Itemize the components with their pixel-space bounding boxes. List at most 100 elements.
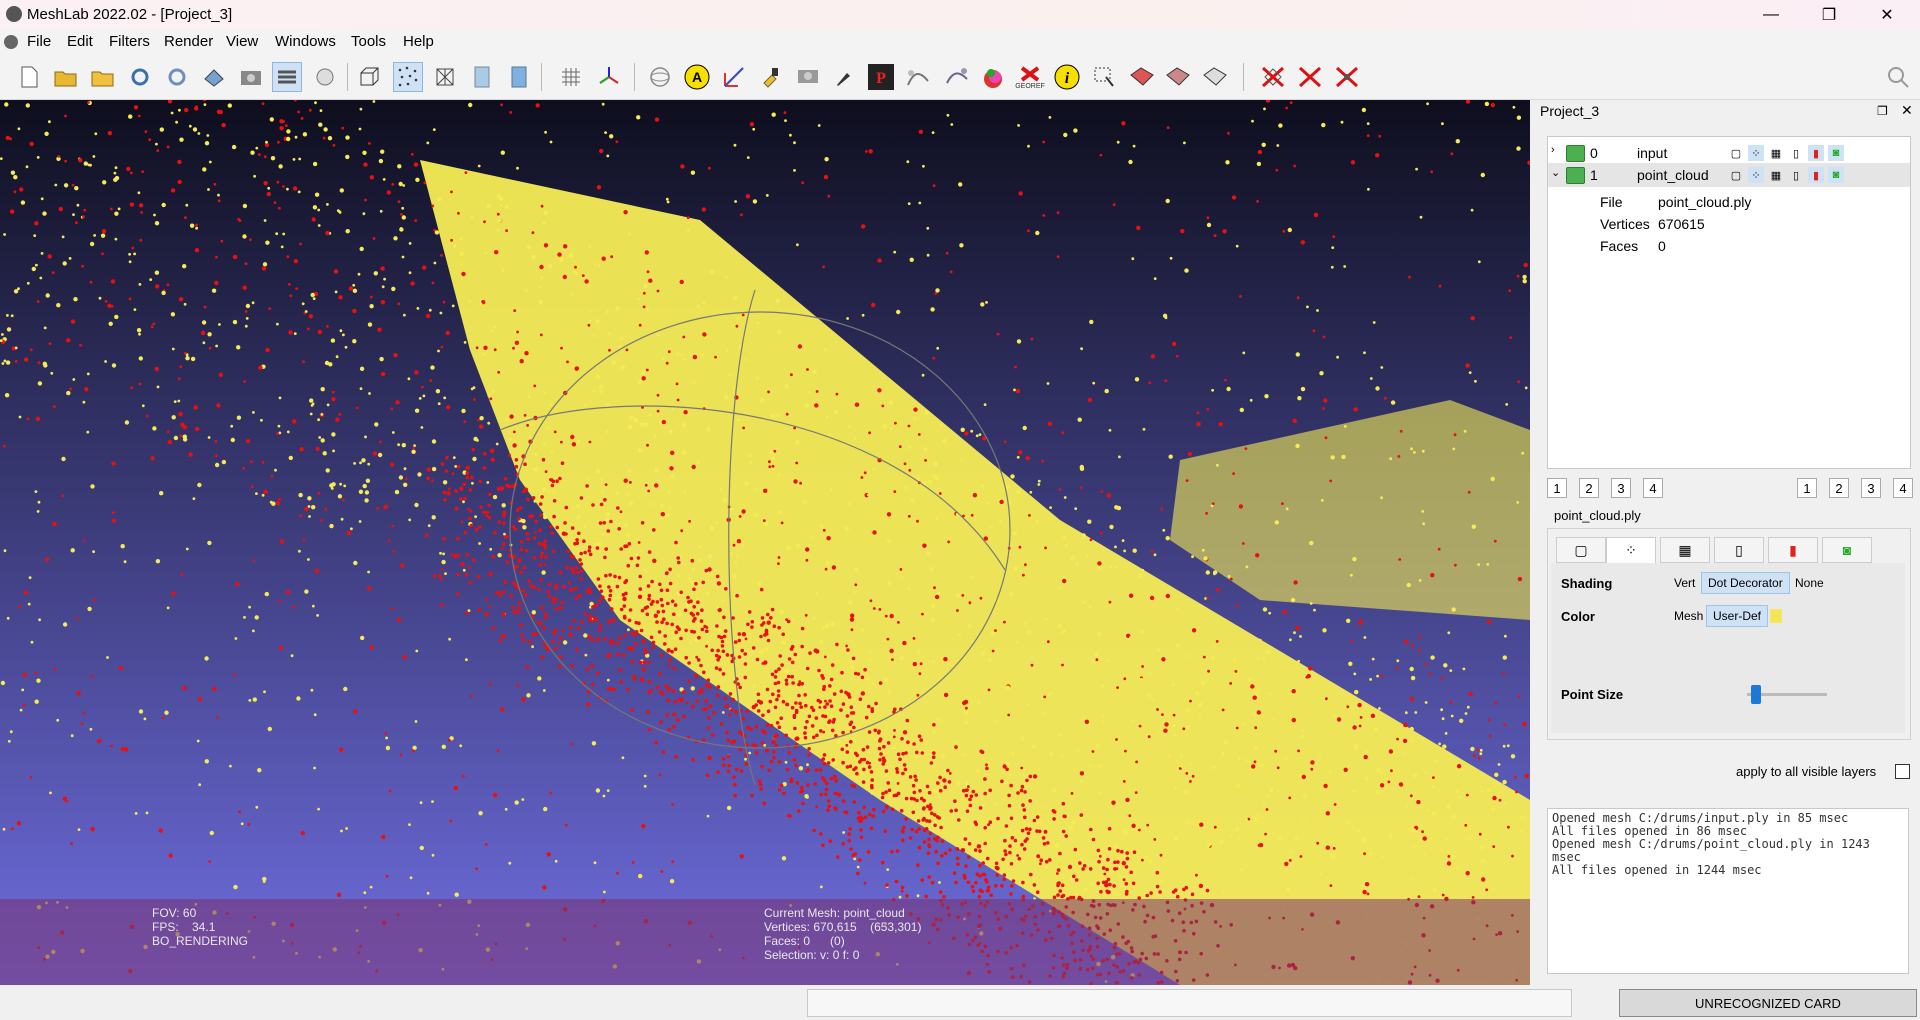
annotation-icon[interactable]: A [682,62,712,92]
open-project-icon[interactable] [51,62,81,92]
ortho-icon[interactable] [310,62,340,92]
points-toggle-icon[interactable]: ⁘ [1748,167,1764,183]
reload-all-icon[interactable] [162,62,192,92]
texture-toggle-icon[interactable]: ◙ [1828,167,1844,183]
expand-icon[interactable]: › [1551,144,1555,156]
view-button-1[interactable]: 1 [1547,478,1567,498]
bbox-toggle-icon[interactable]: ▢ [1728,167,1744,183]
wire-toggle-icon[interactable]: ▦ [1768,145,1784,161]
panel-close-icon[interactable]: ✕ [1901,102,1913,119]
search-icon[interactable] [1883,62,1913,92]
menu-edit[interactable]: Edit [67,33,93,50]
view-button-1-right[interactable]: 1 [1797,478,1817,498]
view-button-3[interactable]: 3 [1611,478,1631,498]
color-swatch[interactable] [1770,609,1782,623]
render-title: point_cloud.ply [1554,508,1641,523]
maximize-button[interactable]: ❐ [1806,0,1852,29]
tab-bbox[interactable]: ▢ [1556,537,1606,563]
delete-faces-icon[interactable] [1258,62,1288,92]
menu-help[interactable]: Help [403,33,434,50]
info-icon[interactable]: i [1052,62,1082,92]
menu-filters[interactable]: Filters [109,33,150,50]
color-mesh[interactable]: Mesh [1668,606,1709,626]
mutual-info-icon[interactable] [978,62,1008,92]
open-mesh-icon[interactable] [88,62,118,92]
shading-dot-decorator[interactable]: Dot Decorator [1701,572,1790,594]
visibility-eye-icon[interactable] [1566,145,1585,162]
paint-icon[interactable] [756,62,786,92]
view-button-2[interactable]: 2 [1579,478,1599,498]
layer-row[interactable]: ⌄ 1 point_cloud ▢ ⁘ ▦ ▯ ▮ ◙ [1548,163,1910,187]
delete-all-icon[interactable] [1332,62,1362,92]
view-button-2-right[interactable]: 2 [1829,478,1849,498]
view-button-4[interactable]: 4 [1643,478,1663,498]
point-cloud-render[interactable] [0,100,1530,985]
menu-tools[interactable]: Tools [351,33,386,50]
texture-icon[interactable] [556,62,586,92]
menu-bar: File Edit Filters Render View Windows To… [0,29,1920,55]
axis-icon[interactable] [594,62,624,92]
shade-toggle-icon[interactable]: ▯ [1788,167,1804,183]
align-icon[interactable] [903,62,933,92]
select-area-icon[interactable] [1200,62,1230,92]
menu-view[interactable]: View [226,33,258,50]
brush-icon[interactable] [830,62,860,92]
view-button-4-right[interactable]: 4 [1893,478,1913,498]
tab-fill[interactable]: ▯ [1714,537,1764,563]
3d-viewport[interactable]: FOV: 60 FPS: 34.1 BO_RENDERING Current M… [0,100,1530,985]
texture-toggle-icon[interactable]: ◙ [1828,145,1844,161]
shading-none[interactable]: None [1789,573,1830,593]
undock-icon[interactable]: ❐ [1877,104,1888,118]
select-faces-icon[interactable] [1089,62,1119,92]
measure-icon[interactable] [719,62,749,92]
select-connected-icon[interactable] [1163,62,1193,92]
render-options: ▢ ⁘ ▦ ▯ ▮ ◙ Shading Vert Dot Decorator N… [1547,528,1911,740]
points-toggle-icon[interactable]: ⁘ [1748,145,1764,161]
svg-text:P: P [876,70,886,87]
shade-toggle-icon[interactable]: ▯ [1788,145,1804,161]
reload-icon[interactable] [125,62,155,92]
apply-all-checkbox[interactable] [1895,764,1910,779]
snapshot-icon[interactable] [236,62,266,92]
window-title: MeshLab 2022.02 - [Project_3] [27,6,233,23]
points-icon[interactable] [393,62,423,92]
point-align-icon[interactable] [793,62,823,92]
bbox-toggle-icon[interactable]: ▢ [1728,145,1744,161]
tab-wireframe[interactable]: ▦ [1660,537,1710,563]
wire-toggle-icon[interactable]: ▦ [1768,167,1784,183]
bbox-icon[interactable] [354,62,384,92]
tab-points[interactable]: ⁘ [1606,537,1656,563]
georef-icon[interactable]: GEOREF [1015,62,1045,92]
menu-render[interactable]: Render [164,33,213,50]
slider-handle[interactable] [1750,685,1761,704]
visibility-eye-icon[interactable] [1566,167,1585,184]
manipulator-icon[interactable] [942,62,972,92]
log-window: Opened mesh C:/drums/input.ply in 85 mse… [1547,808,1909,974]
app-menu-icon[interactable] [4,35,18,49]
layer-row[interactable]: › 0 input ▢ ⁘ ▦ ▯ ▮ ◙ [1548,141,1910,165]
tab-color[interactable]: ▮ [1768,537,1818,563]
menu-windows[interactable]: Windows [275,33,336,50]
trackball-icon[interactable] [645,62,675,92]
smooth-shading-icon[interactable] [504,62,534,92]
save-icon[interactable] [199,62,229,92]
shading-vert[interactable]: Vert [1668,573,1701,593]
detail-value: 670615 [1658,216,1705,232]
wireframe-icon[interactable] [430,62,460,92]
layers-icon[interactable] [272,62,302,92]
pick-points-icon[interactable]: P [866,62,896,92]
view-button-3-right[interactable]: 3 [1861,478,1881,498]
close-button[interactable]: ✕ [1864,0,1910,29]
color-toggle-icon[interactable]: ▮ [1808,145,1824,161]
new-project-icon[interactable] [14,62,44,92]
select-verts-icon[interactable] [1127,62,1157,92]
color-user-def[interactable]: User-Def [1706,605,1769,627]
menu-file[interactable]: File [27,33,51,50]
collapse-icon[interactable]: ⌄ [1551,166,1560,179]
layer-name: input [1637,145,1668,161]
delete-verts-icon[interactable] [1295,62,1325,92]
minimize-button[interactable]: — [1748,0,1794,29]
color-toggle-icon[interactable]: ▮ [1808,167,1824,183]
tab-texture[interactable]: ◙ [1822,537,1872,563]
flat-shading-icon[interactable] [467,62,497,92]
